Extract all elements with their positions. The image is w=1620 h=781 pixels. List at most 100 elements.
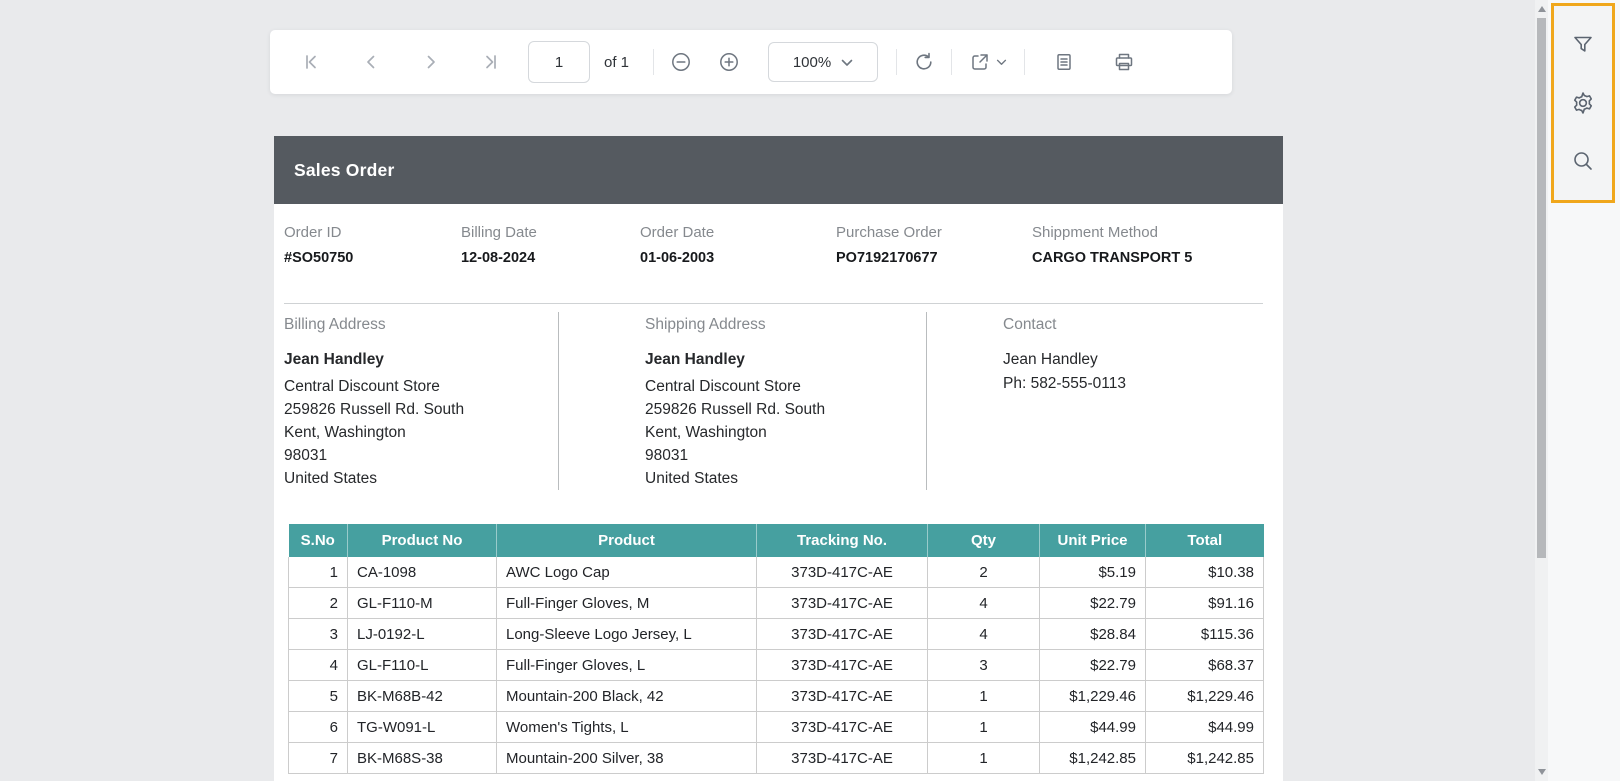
table-cell: $1,242.85 — [1039, 742, 1146, 774]
table-cell: 7 — [288, 742, 348, 774]
zoom-out-icon — [670, 51, 692, 73]
table-cell: 3 — [288, 618, 348, 650]
previous-page-button[interactable] — [354, 45, 388, 79]
field-value: CARGO TRANSPORT 5 — [1032, 250, 1193, 266]
table-cell: Long-Sleeve Logo Jersey, L — [496, 618, 757, 650]
table-cell: AWC Logo Cap — [496, 557, 757, 588]
page-setup-button[interactable] — [1047, 45, 1081, 79]
table-cell: 373D-417C-AE — [756, 557, 928, 588]
table-cell: 2 — [288, 587, 348, 619]
field-value: 01-06-2003 — [640, 250, 715, 266]
table-row: 4 GL-F110-L Full-Finger Gloves, L 373D-417C… — [288, 649, 1264, 681]
chevron-left-icon — [362, 53, 380, 71]
vertical-scrollbar[interactable] — [1535, 0, 1548, 781]
address-line: 98031 — [284, 447, 328, 464]
page-count-label: of 1 — [604, 53, 630, 71]
toolbar-separator — [653, 49, 655, 75]
contact-block: Contact Jean Handley Ph: 582-555-0113 — [1003, 316, 1126, 396]
table-cell: $1,242.85 — [1145, 742, 1264, 774]
settings-icon[interactable] — [1568, 88, 1598, 118]
table-cell: 4 — [288, 649, 348, 681]
shipment-method-field: Shippment Method CARGO TRANSPORT 5 — [1032, 224, 1192, 266]
billing-address-label: Billing Address — [284, 316, 386, 333]
contact-name: Jean Handley — [1003, 351, 1098, 368]
field-label: Billing Date — [461, 224, 537, 241]
table-header: S.No Product No Product Tracking No. Qty Unit… — [288, 524, 1264, 557]
table-cell: 373D-417C-AE — [756, 680, 928, 712]
chevron-down-icon — [841, 54, 853, 71]
table-cell: $5.19 — [1039, 557, 1146, 588]
chevron-right-icon — [422, 53, 440, 71]
table-cell: Women's Tights, L — [496, 711, 757, 743]
billing-date-field: Billing Date 12-08-2024 — [461, 224, 537, 266]
table-cell: 1 — [927, 711, 1040, 743]
table-cell: GL-F110-L — [347, 649, 497, 681]
scroll-up-arrow[interactable] — [1535, 2, 1548, 16]
page-number-input[interactable] — [528, 41, 590, 83]
table-cell: 373D-417C-AE — [756, 587, 928, 619]
column-header: Total — [1145, 524, 1264, 557]
search-icon[interactable] — [1568, 146, 1598, 176]
table-cell: $22.79 — [1039, 587, 1146, 619]
vertical-divider — [926, 312, 927, 490]
table-row: 3 LJ-0192-L Long-Sleeve Logo Jersey, L 373D… — [288, 618, 1264, 650]
table-cell: $91.16 — [1145, 587, 1264, 619]
toolbar-separator — [896, 49, 898, 75]
table-cell: 1 — [927, 742, 1040, 774]
refresh-button[interactable] — [907, 45, 941, 79]
column-header: Unit Price — [1039, 524, 1146, 557]
table-cell: LJ-0192-L — [347, 618, 497, 650]
address-line: United States — [645, 470, 739, 487]
field-label: Order Date — [640, 224, 715, 241]
zoom-in-button[interactable] — [712, 45, 746, 79]
table-cell: GL-F110-M — [347, 587, 497, 619]
document-icon — [1054, 52, 1074, 72]
table-cell: CA-1098 — [347, 557, 497, 588]
chevron-down-icon — [996, 59, 1007, 66]
table-body: 1 CA-1098 AWC Logo Cap 373D-417C-AE 2 $5.19 $1… — [288, 557, 1264, 774]
horizontal-divider — [284, 303, 1263, 304]
print-icon — [1113, 51, 1135, 73]
order-items-table: S.No Product No Product Tracking No. Qty Unit… — [288, 524, 1264, 774]
page-navigation-group — [294, 45, 508, 79]
shipping-name: Jean Handley — [645, 351, 745, 368]
table-cell: 3 — [927, 649, 1040, 681]
contact-label: Contact — [1003, 316, 1057, 333]
table-cell: 373D-417C-AE — [756, 618, 928, 650]
report-page: Sales Order Order ID #SO50750 Billing Da… — [274, 136, 1283, 781]
column-header: Tracking No. — [756, 524, 928, 557]
viewer-side-panel — [1551, 3, 1615, 203]
table-cell: Full-Finger Gloves, M — [496, 587, 757, 619]
billing-address-block: Billing Address Jean Handley Central Dis… — [284, 316, 464, 490]
scrollbar-thumb[interactable] — [1537, 18, 1546, 558]
table-row: 7 BK-M68S-38 Mountain-200 Silver, 38 373D-4… — [288, 742, 1264, 774]
field-value: 12-08-2024 — [461, 250, 536, 266]
export-button[interactable] — [962, 45, 1014, 79]
table-row: 5 BK-M68B-42 Mountain-200 Black, 42 373D-41… — [288, 680, 1264, 712]
first-page-icon — [302, 53, 320, 71]
toolbar-separator — [951, 49, 953, 75]
table-cell: $28.84 — [1039, 618, 1146, 650]
last-page-button[interactable] — [474, 45, 508, 79]
table-row: 2 GL-F110-M Full-Finger Gloves, M 373D-417C… — [288, 587, 1264, 619]
next-page-button[interactable] — [414, 45, 448, 79]
zoom-out-button[interactable] — [664, 45, 698, 79]
zoom-level-select[interactable]: 100% — [768, 42, 879, 82]
vertical-divider — [558, 312, 559, 490]
print-button[interactable] — [1107, 45, 1141, 79]
table-cell: BK-M68B-42 — [347, 680, 497, 712]
filter-icon[interactable] — [1568, 30, 1598, 60]
address-line: 98031 — [645, 447, 689, 464]
table-cell: 1 — [288, 557, 348, 588]
address-line: Kent, Washington — [645, 424, 767, 441]
order-date-field: Order Date 01-06-2003 — [640, 224, 714, 266]
address-line: Kent, Washington — [284, 424, 406, 441]
table-row: 6 TG-W091-L Women's Tights, L 373D-417C-AE 1… — [288, 711, 1264, 743]
field-label: Shippment Method — [1032, 224, 1158, 241]
scroll-down-arrow[interactable] — [1535, 765, 1548, 779]
address-line: Central Discount Store — [284, 378, 440, 395]
table-row: 1 CA-1098 AWC Logo Cap 373D-417C-AE 2 $5.19 $1… — [288, 557, 1264, 588]
first-page-button[interactable] — [294, 45, 328, 79]
zoom-in-icon — [718, 51, 740, 73]
table-cell: BK-M68S-38 — [347, 742, 497, 774]
